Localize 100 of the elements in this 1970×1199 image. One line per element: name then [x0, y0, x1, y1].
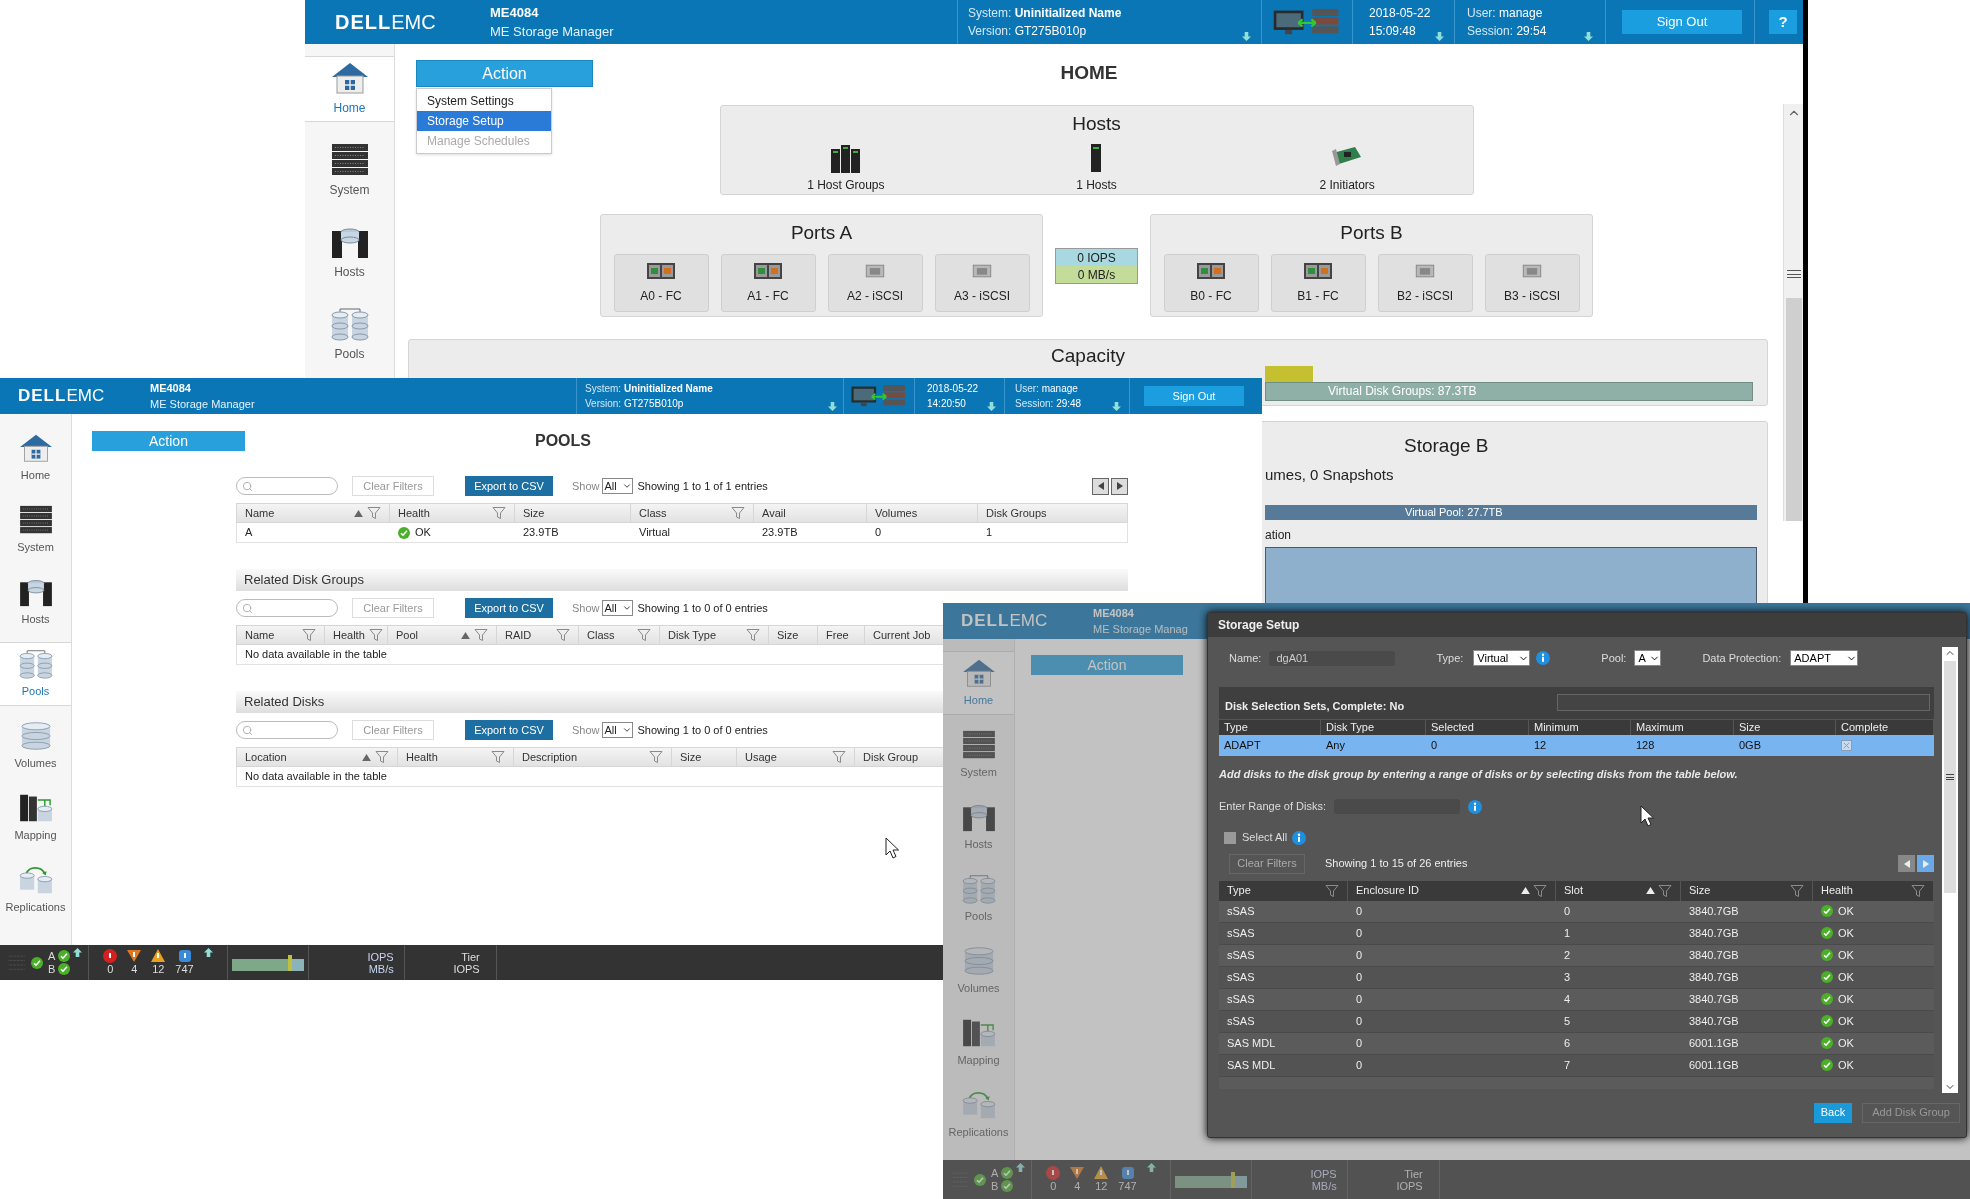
critical-alert-icon[interactable]: [127, 949, 142, 963]
filter-icon[interactable]: [368, 628, 383, 642]
filter-icon[interactable]: [1325, 883, 1339, 898]
alert-count[interactable]: 747: [1118, 1180, 1137, 1193]
port-tile[interactable]: B0 - FC: [1163, 253, 1259, 312]
column-header[interactable]: Enclosure ID: [1356, 882, 1518, 899]
sort-icon[interactable]: [354, 509, 363, 517]
alert-count[interactable]: 747: [175, 963, 194, 976]
filter-icon[interactable]: [302, 628, 316, 642]
filter-icon[interactable]: [1911, 883, 1925, 898]
dropdown-select[interactable]: A: [1634, 650, 1662, 666]
up-arrow-icon[interactable]: [203, 948, 213, 957]
column-header[interactable]: Volumes: [875, 504, 969, 522]
alert-count[interactable]: 0: [107, 963, 114, 976]
menu-item[interactable]: Storage Setup: [417, 111, 551, 131]
port-tile[interactable]: B1 - FC: [1270, 253, 1366, 312]
filter-icon[interactable]: [1790, 883, 1804, 898]
warning-alert-icon[interactable]: [151, 949, 166, 963]
controller-status[interactable]: B: [48, 962, 56, 976]
column-header[interactable]: Size: [523, 504, 622, 522]
filter-icon[interactable]: [474, 628, 488, 642]
alert-count[interactable]: 4: [1074, 1180, 1081, 1193]
nav-item[interactable]: Volumes: [0, 714, 71, 778]
filter-icon[interactable]: [731, 506, 745, 520]
alert-count[interactable]: 12: [1095, 1180, 1108, 1193]
nav-item[interactable]: System: [305, 138, 394, 204]
nav-item[interactable]: Home: [0, 426, 71, 490]
column-header[interactable]: Location: [245, 748, 358, 766]
column-header[interactable]: Size: [777, 626, 809, 644]
previous-page-button[interactable]: [1092, 477, 1109, 495]
filter-icon[interactable]: [375, 750, 389, 764]
column-header[interactable]: Health: [398, 504, 488, 522]
port-tile[interactable]: B3 - iSCSI: [1484, 253, 1580, 312]
column-header[interactable]: Type: [1227, 882, 1322, 899]
alert-count[interactable]: 12: [152, 963, 165, 976]
port-tile[interactable]: B2 - iSCSI: [1377, 253, 1473, 312]
down-arrow-icon[interactable]: [1584, 32, 1593, 41]
alert-count[interactable]: 0: [1050, 1180, 1057, 1193]
page-size-select[interactable]: All: [601, 478, 633, 494]
controller-status[interactable]: B: [991, 1179, 999, 1193]
info-icon[interactable]: [1536, 651, 1551, 665]
down-arrow-icon[interactable]: [1242, 32, 1251, 41]
port-tile[interactable]: A2 - iSCSI: [827, 253, 923, 312]
select-all-checkbox[interactable]: [1224, 831, 1236, 844]
host-summary[interactable]: 1 Host Groups: [765, 142, 926, 194]
nav-item[interactable]: Hosts: [305, 220, 394, 286]
sort-icon[interactable]: [1646, 887, 1655, 894]
scrollbar[interactable]: [1783, 104, 1803, 521]
controller-status[interactable]: A: [48, 949, 56, 963]
up-arrow-icon[interactable]: [73, 948, 83, 957]
column-header[interactable]: RAID: [505, 626, 552, 644]
controller-status[interactable]: A: [991, 1166, 999, 1180]
column-header[interactable]: Current Job: [873, 626, 935, 644]
menu-item[interactable]: System Settings: [417, 91, 551, 111]
down-arrow-icon[interactable]: [1435, 32, 1444, 41]
column-header[interactable]: Class: [639, 504, 727, 522]
dropdown-select[interactable]: ADAPT: [1790, 650, 1859, 666]
nav-item[interactable]: Pools: [305, 302, 394, 368]
down-arrow-icon[interactable]: [1112, 402, 1121, 411]
filter-icon[interactable]: [492, 506, 506, 520]
filter-icon[interactable]: [649, 750, 663, 764]
host-summary[interactable]: 1 Hosts: [1016, 142, 1177, 194]
column-header[interactable]: Pool: [396, 626, 457, 644]
dropdown-select[interactable]: Virtual: [1473, 650, 1531, 666]
filter-icon[interactable]: [637, 628, 651, 642]
nav-item[interactable]: Replications: [0, 858, 71, 922]
export-csv-button[interactable]: Export to CSV: [465, 598, 553, 618]
next-page-button[interactable]: [1111, 477, 1128, 495]
scroll-thumb[interactable]: [1944, 661, 1956, 893]
port-tile[interactable]: A3 - iSCSI: [934, 253, 1030, 312]
page-size-select[interactable]: All: [601, 722, 633, 738]
column-header[interactable]: Usage: [745, 748, 828, 766]
column-header[interactable]: Health: [406, 748, 487, 766]
error-alert-icon[interactable]: [103, 949, 118, 963]
down-arrow-icon[interactable]: [828, 402, 837, 411]
sort-icon[interactable]: [362, 753, 371, 761]
scroll-grip-icon[interactable]: [1946, 774, 1954, 780]
nav-item[interactable]: Pools: [0, 642, 71, 706]
column-header[interactable]: Disk Groups: [986, 504, 1120, 522]
column-header[interactable]: Free: [826, 626, 856, 644]
nav-item[interactable]: Hosts: [0, 570, 71, 634]
column-header[interactable]: Disk Type: [668, 626, 742, 644]
scroll-grip-icon[interactable]: [1786, 270, 1801, 278]
column-header[interactable]: Size: [680, 748, 728, 766]
port-tile[interactable]: A1 - FC: [720, 253, 816, 312]
info-icon[interactable]: [1468, 799, 1482, 814]
port-tile[interactable]: A0 - FC: [613, 253, 709, 312]
alert-count[interactable]: 4: [131, 963, 138, 976]
sets-filter-field[interactable]: [1557, 694, 1930, 711]
column-header[interactable]: Name: [245, 504, 350, 522]
info-icon[interactable]: [1292, 830, 1307, 845]
nav-item[interactable]: Home: [305, 56, 394, 122]
page-size-select[interactable]: All: [601, 600, 633, 616]
host-summary[interactable]: 2 Initiators: [1267, 142, 1428, 194]
column-header[interactable]: Avail: [762, 504, 858, 522]
column-header[interactable]: Slot: [1564, 882, 1643, 899]
column-header[interactable]: Size: [1689, 882, 1787, 899]
nav-item[interactable]: Mapping: [0, 786, 71, 850]
column-header[interactable]: Health: [1821, 882, 1908, 899]
scrollbar[interactable]: [1942, 647, 1958, 1093]
